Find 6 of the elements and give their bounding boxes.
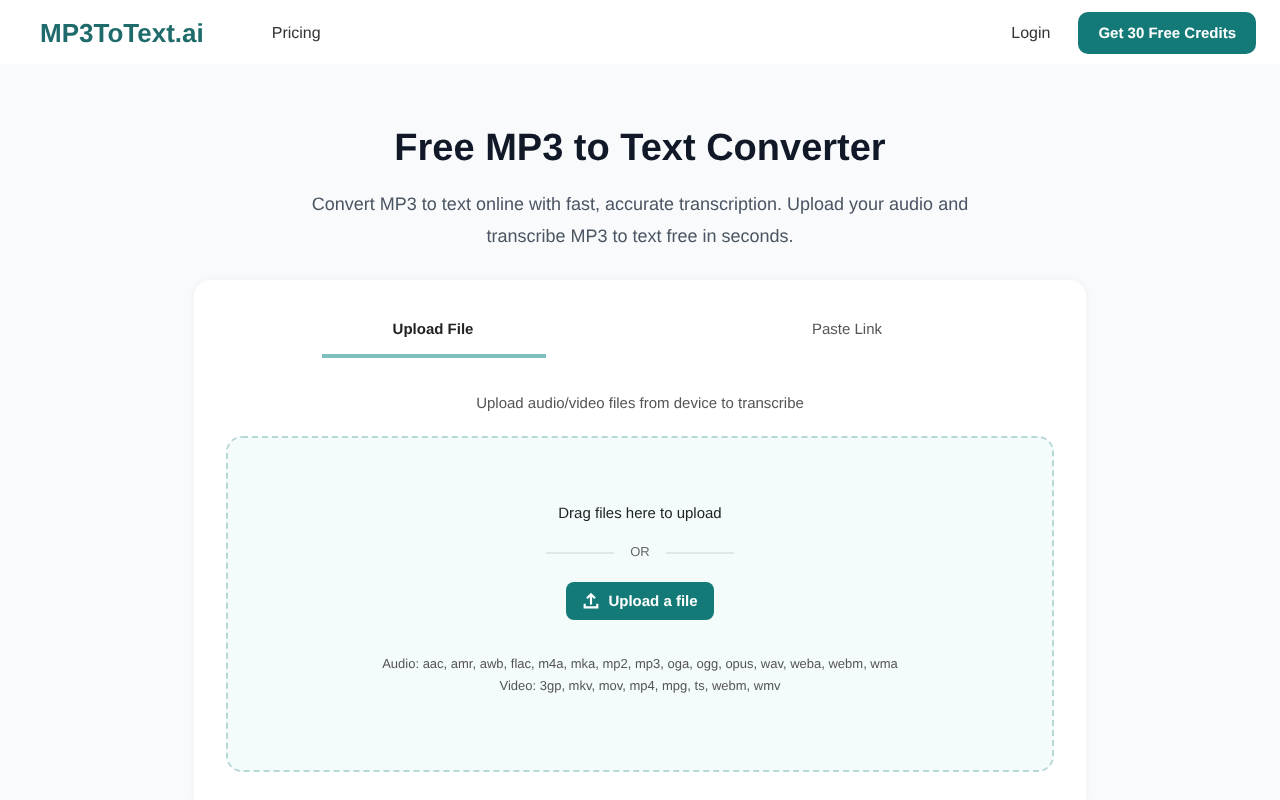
login-link[interactable]: Login (1011, 23, 1051, 41)
page-title: Free MP3 to Text Converter (394, 128, 886, 172)
logo[interactable]: MP3ToText.ai (40, 17, 204, 47)
upload-icon (582, 592, 601, 610)
nav-link[interactable]: Pricing (271, 23, 321, 41)
subtitle: Convert MP3 to text online with fast, accurate transcription. Upload your audio and transcribe MP3 to text free in seconds. (309, 192, 971, 250)
